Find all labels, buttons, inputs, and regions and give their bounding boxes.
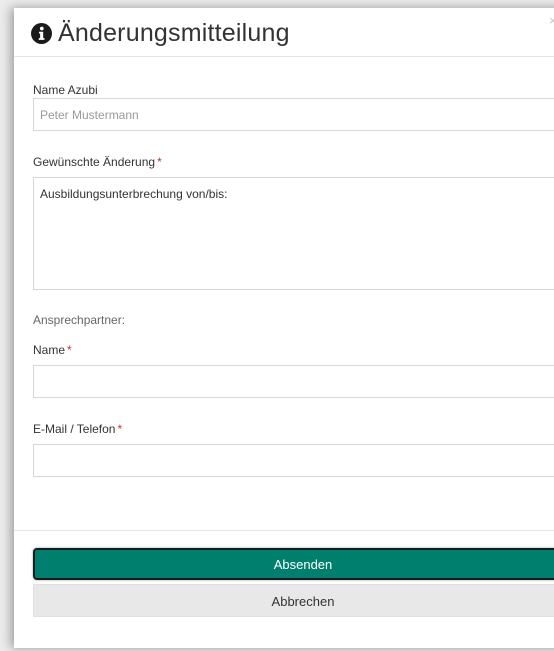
info-circle-icon [31,23,52,44]
contact-section-heading: Ansprechpartner: [33,313,126,327]
close-icon[interactable]: × [549,14,554,28]
contact-email-phone-label: E-Mail / Telefon * [33,421,122,437]
cancel-button[interactable]: Abbrechen [33,584,554,617]
contact-email-phone-label-text: E-Mail / Telefon [33,422,116,436]
dialog-title: Änderungsmitteilung [58,19,290,47]
required-marker: * [157,155,162,169]
contact-name-input[interactable] [33,365,554,398]
requested-change-textarea[interactable]: Ausbildungsunterbrechung von/bis: [33,177,554,290]
required-marker: * [117,422,123,436]
change-notice-dialog: Änderungsmitteilung × Name Azubi Gewünsc… [14,8,554,648]
submit-button[interactable]: Absenden [33,548,554,580]
contact-name-label: Name * [33,342,72,358]
contact-name-label-text: Name [33,343,66,357]
dialog-header: Änderungsmitteilung × [14,8,554,57]
name-azubi-label: Name Azubi [33,82,98,98]
requested-change-label: Gewünschte Änderung * [33,154,162,170]
name-azubi-input[interactable] [33,98,554,131]
contact-email-phone-input[interactable] [33,444,554,477]
required-marker: * [67,343,72,357]
name-azubi-label-text: Name Azubi [33,83,98,97]
requested-change-label-text: Gewünschte Änderung [33,155,156,169]
